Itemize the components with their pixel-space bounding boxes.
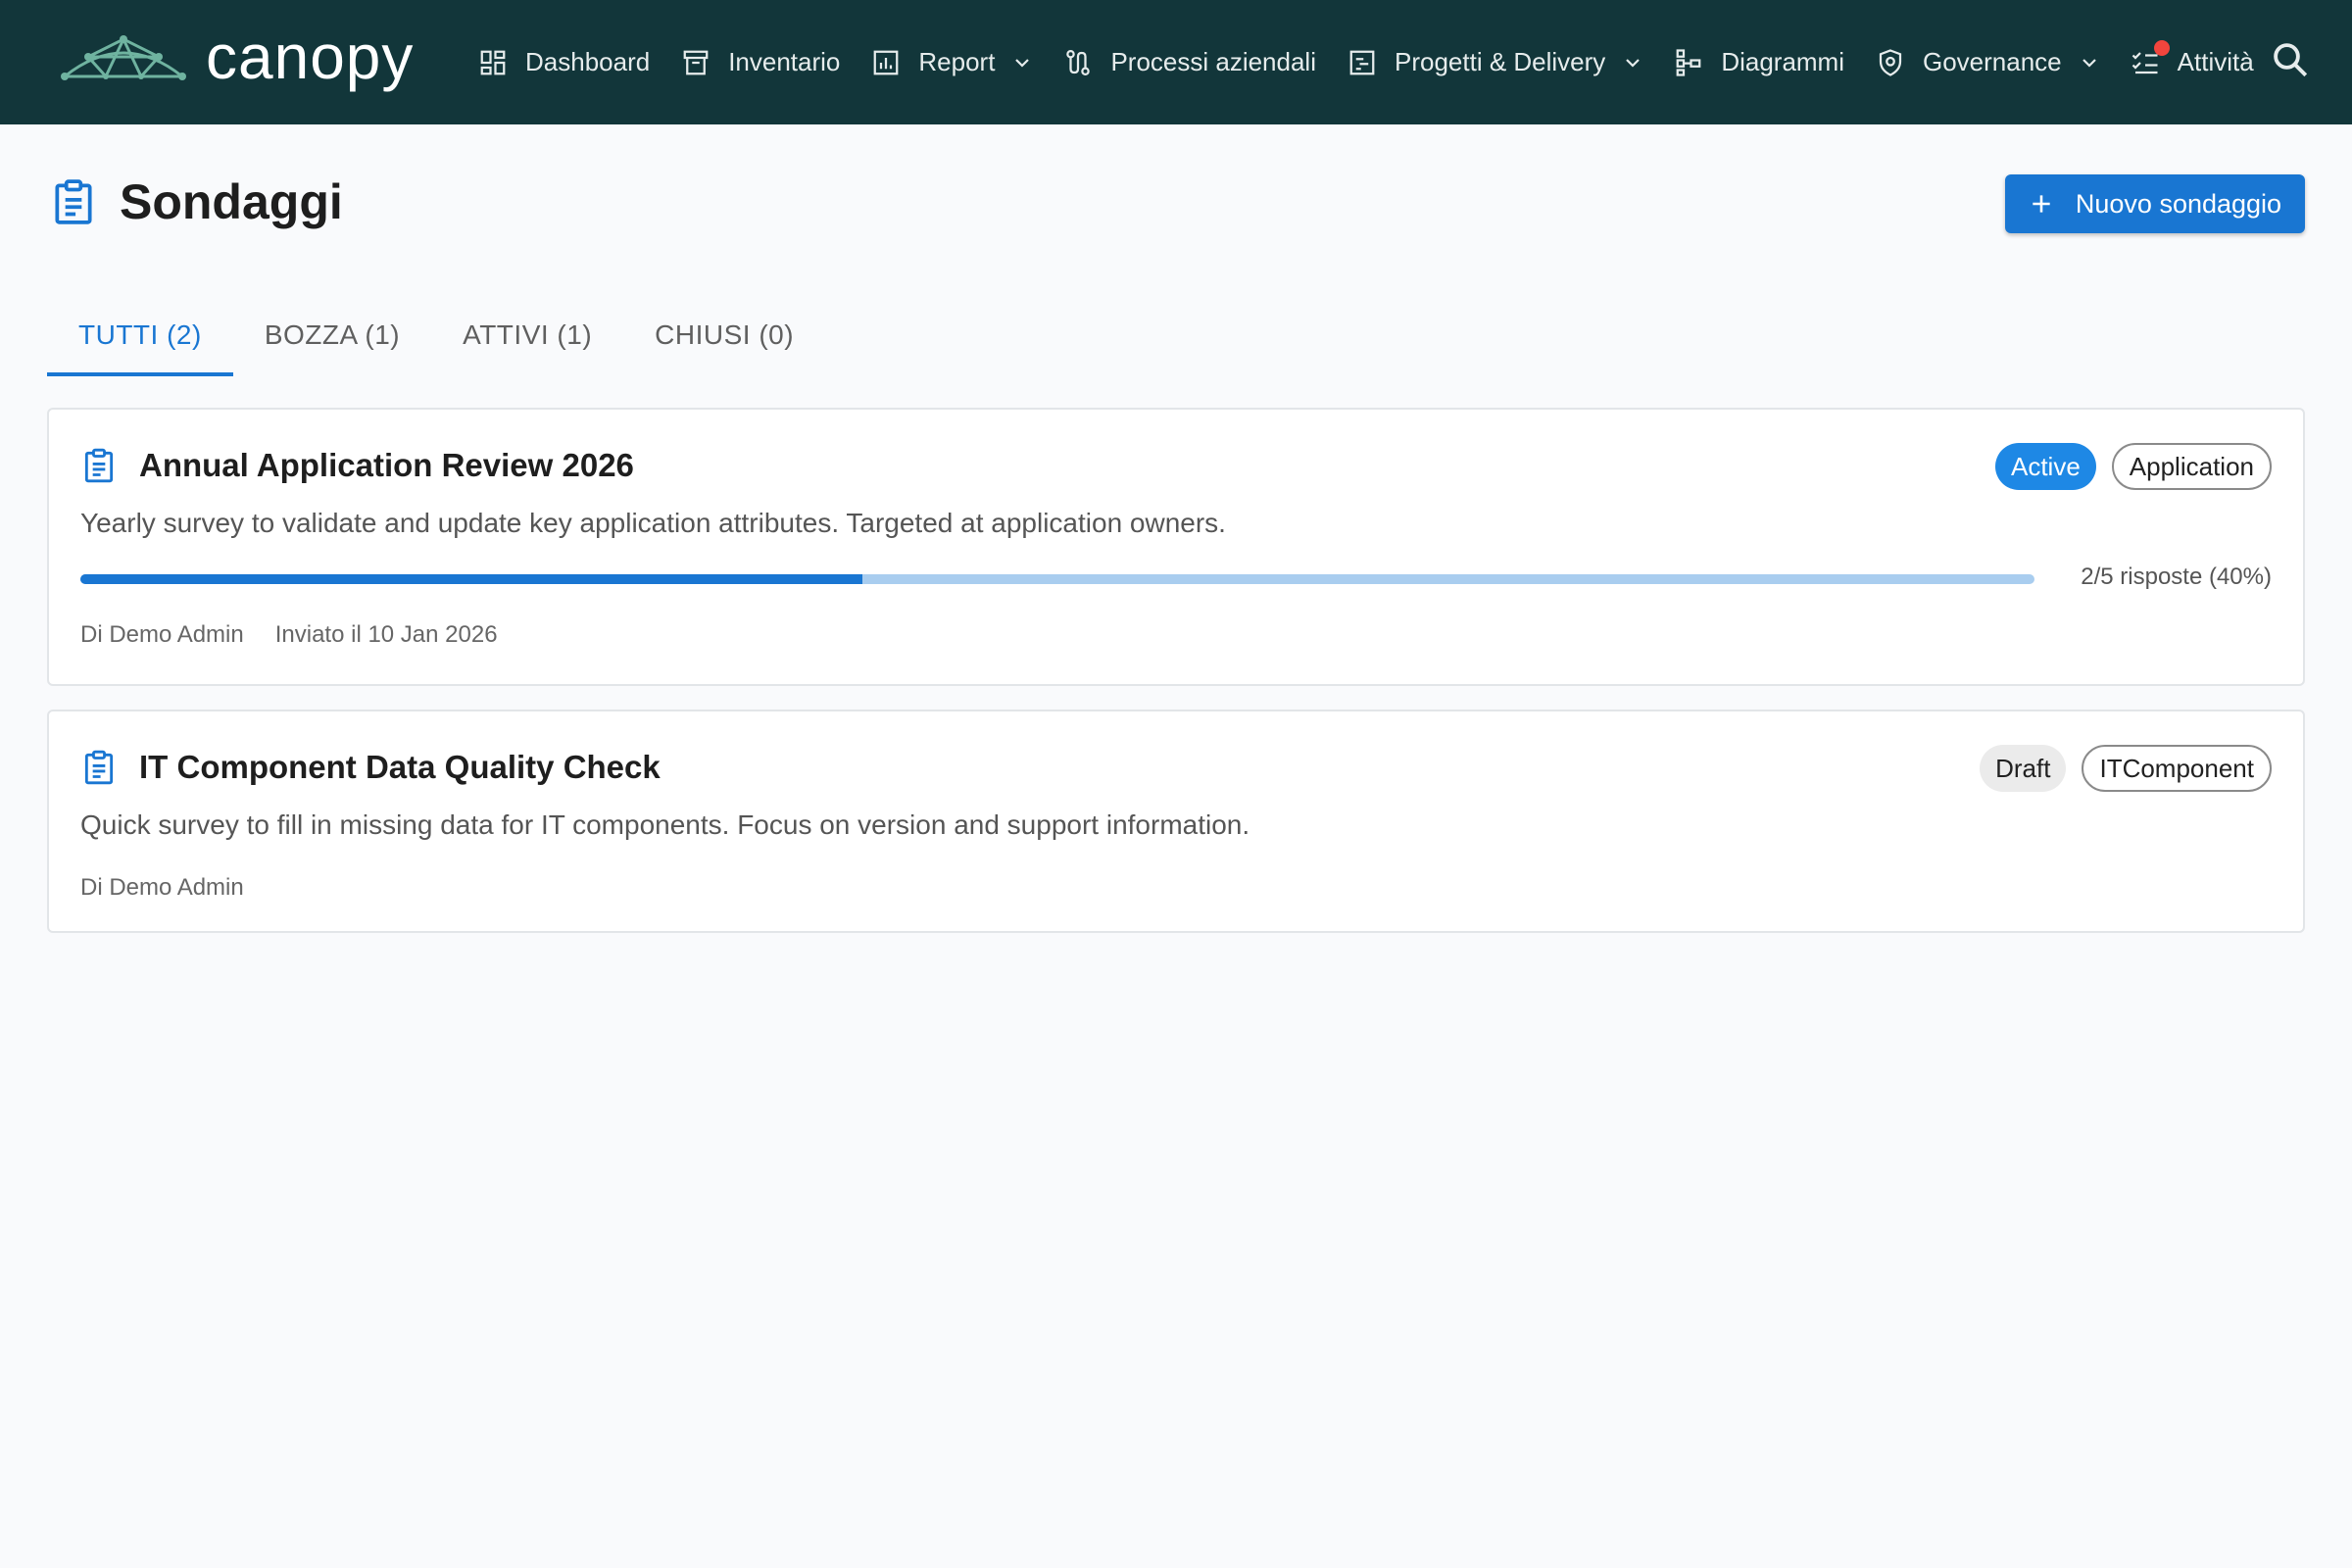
route-icon [1063, 48, 1093, 77]
survey-chips: Draft ITComponent [1964, 745, 2272, 792]
survey-title[interactable]: Annual Application Review 2026 [139, 447, 634, 484]
response-progress-bar [80, 574, 2034, 584]
nav-item-label: Attività [2177, 47, 2254, 76]
checklist-icon [2131, 39, 2170, 77]
nav-item-label: Governance [1923, 47, 2062, 76]
diagram-icon [1674, 48, 1703, 77]
notification-dot [2153, 39, 2170, 56]
page-title: Sondaggi [120, 174, 343, 229]
top-navigation-bar: canopy Dashboard Inventario Report Proce… [0, 0, 2352, 124]
tab-tutti[interactable]: TUTTI (2) [47, 294, 233, 376]
nav-item-label: Report [918, 47, 996, 76]
tab-chiusi[interactable]: CHIUSI (0) [623, 294, 825, 376]
chevron-down-icon [1010, 51, 1034, 74]
canopy-logo-icon [61, 35, 186, 80]
survey-title[interactable]: IT Component Data Quality Check [139, 749, 661, 786]
archive-icon [681, 48, 710, 77]
plus-icon [2029, 191, 2054, 217]
project-board-icon [1348, 48, 1377, 77]
status-tabs: TUTTI (2) BOZZA (1) ATTIVI (1) CHIUSI (0… [47, 294, 825, 376]
chevron-down-icon [1621, 51, 1644, 74]
clipboard-icon [80, 447, 118, 484]
main-nav: Dashboard Inventario Report Processi azi… [478, 0, 2254, 124]
survey-meta: Di Demo Admin Inviato il 10 Jan 2026 [80, 621, 498, 649]
survey-description: Quick survey to fill in missing data for… [80, 809, 1250, 840]
tab-bozza[interactable]: BOZZA (1) [233, 294, 431, 376]
nav-item-processi-aziendali[interactable]: Processi aziendali [1063, 0, 1316, 124]
nav-item-label: Processi aziendali [1110, 47, 1316, 76]
brand-name: canopy [206, 22, 415, 92]
survey-card[interactable]: IT Component Data Quality Check Draft IT… [47, 710, 2305, 933]
new-survey-label: Nuovo sondaggio [2075, 188, 2282, 219]
nav-item-report[interactable]: Report [871, 0, 1034, 124]
status-badge: Active [1994, 443, 2096, 490]
response-progress-fill [80, 574, 862, 584]
survey-author: Di Demo Admin [80, 874, 244, 901]
survey-chips: Active Application [1980, 443, 2272, 490]
dashboard-icon [478, 48, 508, 77]
clipboard-icon [80, 749, 118, 786]
page-header: Sondaggi [49, 167, 343, 237]
survey-card[interactable]: Annual Application Review 2026 Active Ap… [47, 408, 2305, 686]
nav-item-label: Progetti & Delivery [1395, 47, 1606, 76]
survey-card-header: IT Component Data Quality Check [80, 745, 661, 790]
new-survey-button[interactable]: Nuovo sondaggio [2005, 174, 2305, 233]
nav-item-label: Inventario [728, 47, 841, 76]
nav-item-diagrammi[interactable]: Diagrammi [1674, 0, 1844, 124]
nav-item-inventario[interactable]: Inventario [681, 0, 840, 124]
response-progress-text: 2/5 risposte (40%) [2081, 564, 2272, 590]
nav-item-governance[interactable]: Governance [1876, 0, 2101, 124]
nav-item-progetti-delivery[interactable]: Progetti & Delivery [1348, 0, 1644, 124]
tab-attivi[interactable]: ATTIVI (1) [431, 294, 623, 376]
clipboard-icon [49, 177, 98, 226]
survey-card-header: Annual Application Review 2026 [80, 443, 634, 488]
nav-item-label: Diagrammi [1721, 47, 1844, 76]
status-badge: Draft [1980, 745, 2067, 792]
shield-icon [1876, 48, 1905, 77]
survey-description: Yearly survey to validate and update key… [80, 508, 1226, 538]
nav-item-attivita[interactable]: Attività [2131, 0, 2254, 124]
survey-sent-date: Inviato il 10 Jan 2026 [274, 621, 498, 648]
chevron-down-icon [2078, 51, 2101, 74]
type-badge: ITComponent [2082, 745, 2272, 792]
survey-meta: Di Demo Admin [80, 874, 244, 902]
survey-author: Di Demo Admin [80, 621, 244, 648]
search-icon [2274, 43, 2308, 77]
search-button[interactable] [2270, 39, 2311, 80]
nav-item-dashboard[interactable]: Dashboard [478, 0, 650, 124]
brand-logo[interactable]: canopy [59, 25, 414, 92]
type-badge: Application [2111, 443, 2272, 490]
bar-chart-icon [871, 48, 901, 77]
nav-item-label: Dashboard [525, 47, 651, 76]
